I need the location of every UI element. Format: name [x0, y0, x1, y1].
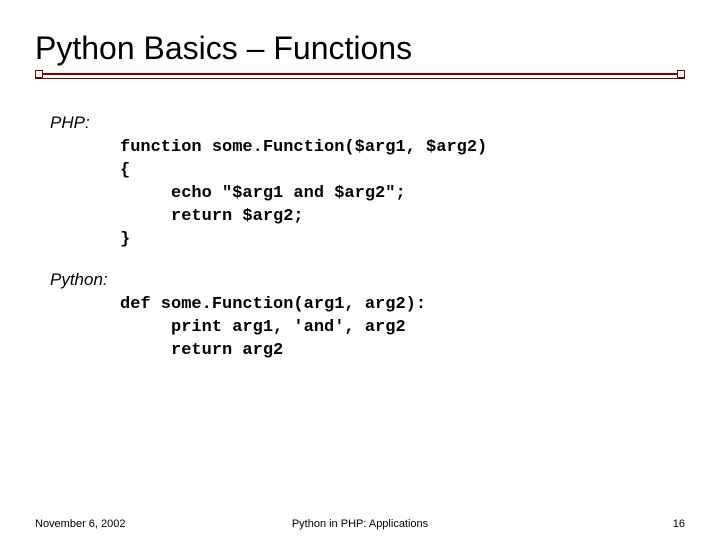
decorative-square-right: [677, 70, 685, 78]
title-underline: [35, 73, 685, 83]
slide-title: Python Basics – Functions: [35, 30, 685, 67]
php-code: function some.Function($arg1, $arg2) { e…: [120, 137, 685, 252]
python-code: def some.Function(arg1, arg2): print arg…: [120, 294, 685, 363]
python-label: Python:: [50, 270, 685, 290]
content-area: PHP: function some.Function($arg1, $arg2…: [35, 113, 685, 363]
slide: Python Basics – Functions PHP: function …: [0, 0, 720, 540]
php-label: PHP:: [50, 113, 685, 133]
footer-title: Python in PHP: Applications: [35, 518, 685, 530]
decorative-square-left: [35, 70, 43, 78]
footer-page-number: 16: [673, 518, 685, 530]
